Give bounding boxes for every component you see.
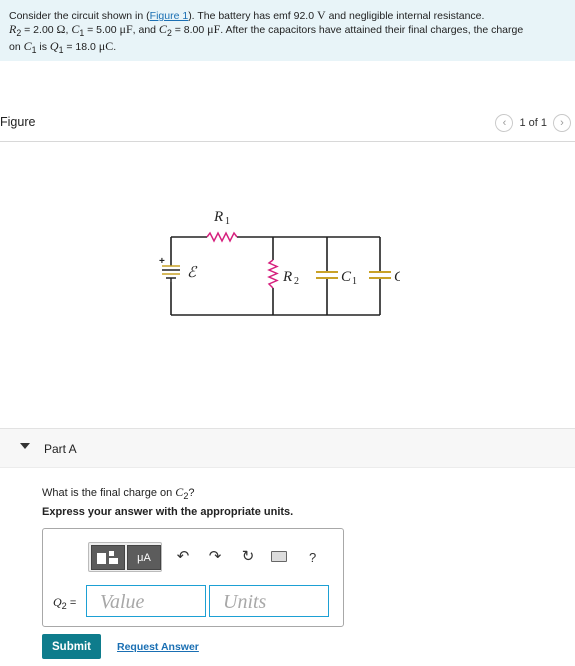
c1-sub: 1: [352, 276, 357, 287]
request-answer-link[interactable]: Request Answer: [117, 641, 199, 653]
units-input[interactable]: [209, 585, 329, 617]
redo-icon[interactable]: ↷: [205, 547, 225, 565]
answer-eq: =: [66, 597, 77, 609]
problem-text: ). The battery has emf 92.0: [188, 10, 317, 22]
help-button[interactable]: ?: [309, 550, 316, 565]
part-a-label: Part A: [44, 442, 77, 456]
r2-sub: 2: [294, 276, 299, 287]
answer-instructions: Express your answer with the appropriate…: [42, 506, 294, 518]
problem-text: . After the capacitors have attained the…: [220, 24, 524, 36]
prev-figure-button[interactable]: ‹: [495, 114, 514, 132]
problem-text: = 5.00: [84, 24, 120, 36]
unit-uf: μF: [119, 22, 133, 36]
problem-text: Consider the circuit shown in: [9, 10, 147, 22]
emf-label: ℰ: [187, 265, 198, 281]
r1-label: R: [213, 209, 223, 225]
capacitor-c1: [316, 271, 338, 279]
templates-button[interactable]: [91, 545, 125, 570]
next-figure-button[interactable]: ›: [553, 114, 571, 132]
math-toolbar-group: μA: [88, 542, 162, 572]
resistor-r1: [206, 231, 238, 243]
reset-icon[interactable]: ↻: [238, 547, 258, 565]
figure-link[interactable]: Figure 1: [150, 10, 189, 22]
problem-line-1: Consider the circuit shown in (Figure 1)…: [9, 8, 485, 23]
problem-line-2: R2 = 2.00 Ω, C1 = 5.00 μF, and C2 = 8.00…: [9, 22, 524, 39]
r1-sub: 1: [225, 216, 230, 227]
unit-ohm: Ω: [56, 22, 66, 36]
problem-text: on: [9, 41, 24, 54]
problem-text: = 2.00: [21, 24, 57, 36]
caret-down-icon: [20, 443, 30, 449]
unit-uf: μF: [207, 22, 221, 36]
keyboard-icon[interactable]: [271, 551, 287, 562]
problem-line-3: on C1 is Q1 = 18.0 μC.: [9, 40, 567, 57]
question-text: ?: [188, 487, 195, 499]
capacitor-c2: [369, 271, 391, 279]
circuit-diagram: R 1 + ℰ R 2 C 1 C 2: [159, 209, 400, 316]
var-c1: C: [23, 39, 32, 54]
part-a-question: What is the final charge on C2?: [42, 485, 195, 501]
r2-label: R: [282, 269, 292, 285]
var-c2: C: [158, 22, 167, 36]
resistor-r2: [267, 259, 279, 289]
problem-statement: Consider the circuit shown in (Figure 1)…: [0, 0, 575, 61]
value-input[interactable]: [86, 585, 206, 617]
c1-label: C: [341, 269, 352, 285]
battery-emf: [162, 265, 180, 282]
problem-text: and negligible internal resistance.: [325, 10, 485, 22]
figure-page-count: 1 of 1: [519, 117, 547, 129]
figure-header: Figure ‹ 1 of 1 ›: [0, 112, 575, 142]
chevron-left-icon: ‹: [502, 117, 507, 129]
c2-label: C: [394, 269, 400, 285]
templates-icon: [97, 550, 118, 564]
battery-plus: +: [159, 256, 165, 267]
var-q1: Q: [49, 39, 59, 54]
problem-text: = 18.0: [63, 41, 99, 54]
undo-icon[interactable]: ↶: [173, 547, 193, 565]
problem-text: = 8.00: [171, 24, 208, 36]
var-q2: Q: [53, 595, 62, 609]
figure-title: Figure: [0, 115, 36, 129]
figure-pager: ‹ 1 of 1 ›: [495, 114, 571, 132]
problem-text: .: [113, 41, 117, 54]
unit-uc: μC: [98, 39, 114, 54]
submit-button[interactable]: Submit: [42, 634, 101, 659]
problem-text: is: [36, 41, 50, 54]
chevron-right-icon: ›: [560, 117, 564, 129]
units-symbol-button[interactable]: μA: [127, 545, 161, 570]
question-text: What is the final charge on: [42, 487, 176, 499]
unit-volt: V: [316, 8, 326, 22]
answer-box: μA ↶ ↷ ↻ ? Q2 =: [42, 528, 344, 627]
answer-label: Q2 =: [53, 595, 76, 611]
part-a-header[interactable]: Part A: [0, 428, 575, 468]
